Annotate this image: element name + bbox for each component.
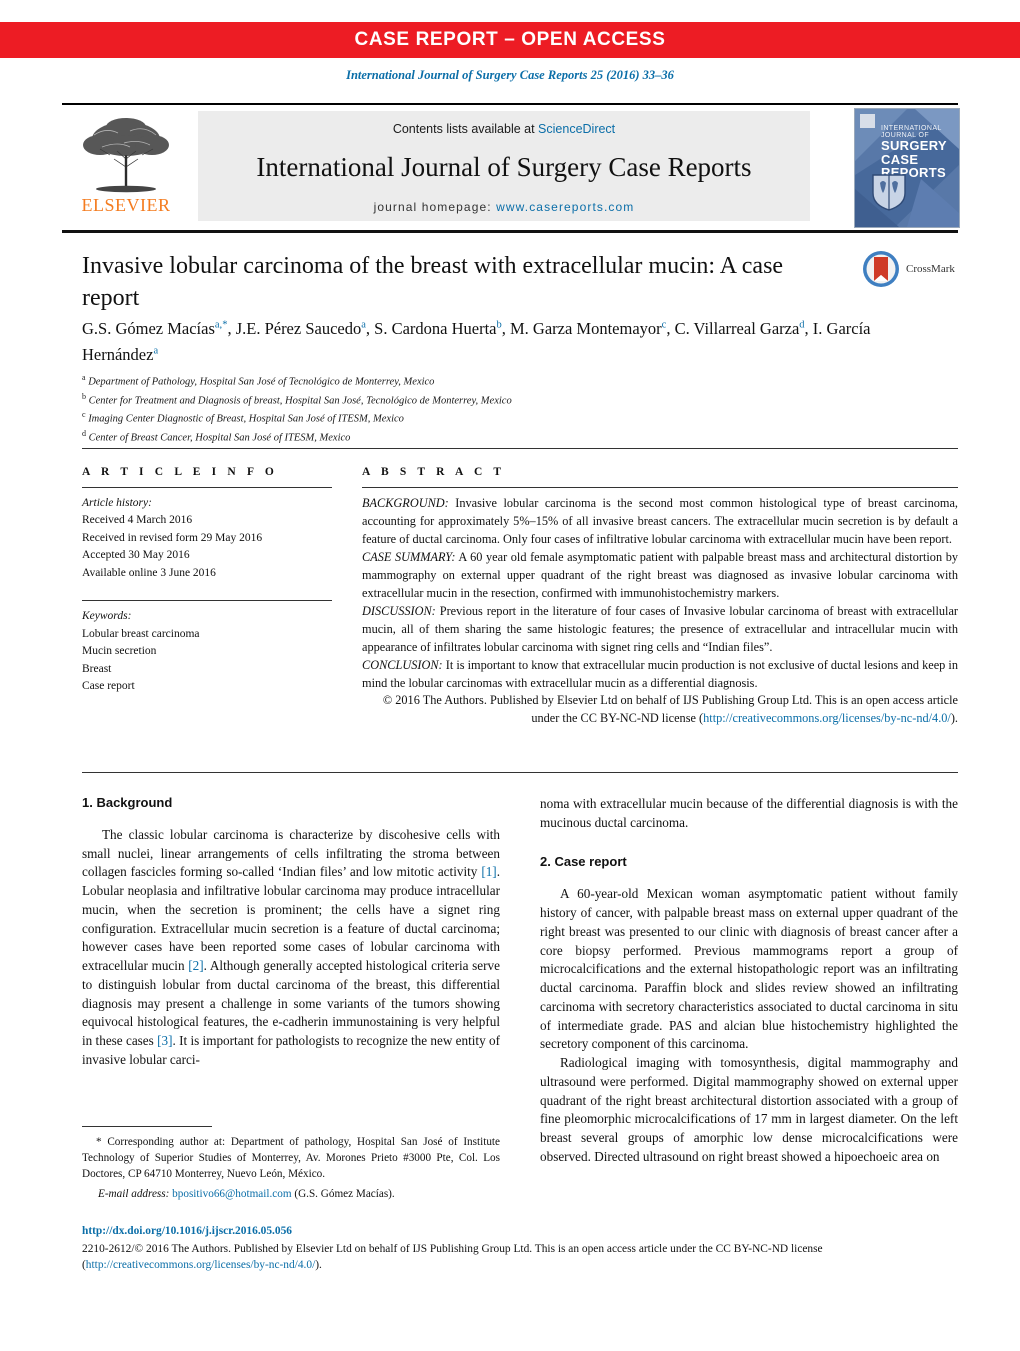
cover-line-2: JOURNAL OF bbox=[881, 132, 930, 140]
body-column-right: noma with extracellular mucin because of… bbox=[540, 795, 958, 1166]
email-link[interactable]: bpositivo66@hotmail.com bbox=[172, 1188, 291, 1200]
affiliation-item: b Center for Treatment and Diagnosis of … bbox=[82, 391, 512, 407]
affiliation-item: a Department of Pathology, Hospital San … bbox=[82, 373, 435, 388]
article-history-label: Article history: bbox=[82, 497, 152, 509]
elsevier-wordmark: ELSEVIER bbox=[81, 195, 171, 215]
paper-page: CASE REPORT – OPEN ACCESS International … bbox=[0, 0, 1020, 1351]
case-report-paragraph-2: Radiological imaging with tomosynthesis,… bbox=[540, 1055, 958, 1164]
citation-ref-3[interactable]: [3] bbox=[157, 1033, 172, 1048]
body-column-left: 1. Background The classic lobular carcin… bbox=[82, 795, 500, 1070]
cover-crest-icon bbox=[872, 174, 906, 211]
contents-available-line: Contents lists available at ScienceDirec… bbox=[198, 122, 810, 136]
affiliation-list: a Department of Pathology, Hospital San … bbox=[82, 372, 882, 446]
abstract-paragraph-case-summary: CASE SUMMARY: A 60 year old female asymp… bbox=[362, 549, 958, 603]
keywords-block: Keywords: Lobular breast carcinoma Mucin… bbox=[82, 608, 332, 695]
keyword-item: Lobular breast carcinoma bbox=[82, 627, 200, 640]
info-abstract-bottom-rule bbox=[82, 772, 958, 774]
background-paragraph: The classic lobular carcinoma is charact… bbox=[82, 826, 500, 1070]
affiliation-item: d Center of Breast Cancer, Hospital San … bbox=[82, 428, 351, 444]
abstract-text-discussion: Previous report in the literature of fou… bbox=[362, 603, 958, 654]
banner-label: CASE REPORT – OPEN ACCESS bbox=[354, 29, 666, 50]
journal-citation-line: International Journal of Surgery Case Re… bbox=[346, 68, 674, 82]
elsevier-tree-icon bbox=[83, 118, 169, 193]
page-footer: http://dx.doi.org/10.1016/j.ijscr.2016.0… bbox=[82, 1223, 958, 1274]
abstract-tag-background: BACKGROUND: bbox=[362, 496, 449, 510]
email-label: E-mail address: bbox=[98, 1187, 170, 1200]
crossmark-label: CrossMark bbox=[906, 263, 955, 275]
abstract-paragraph-background: BACKGROUND: Invasive lobular carcinoma i… bbox=[362, 495, 958, 549]
keywords-label: Keywords: bbox=[82, 610, 132, 623]
article-info-divider-2 bbox=[82, 600, 332, 602]
elsevier-logo: ELSEVIER bbox=[70, 111, 182, 219]
contents-prefix: Contents lists available at bbox=[392, 122, 539, 136]
abstract-tag-conclusion: CONCLUSION: bbox=[362, 657, 443, 672]
abstract-body: BACKGROUND: Invasive lobular carcinoma i… bbox=[362, 495, 958, 728]
footer-tail: ). bbox=[315, 1259, 322, 1272]
masthead-top-rule bbox=[62, 103, 958, 105]
abstract-paragraph-conclusion: CONCLUSION: It is important to know that… bbox=[362, 657, 958, 693]
journal-homepage-line: journal homepage: www.casereports.com bbox=[198, 200, 810, 214]
abstract-text-conclusion: It is important to know that extracellul… bbox=[362, 657, 958, 690]
article-history-block: Article history: Received 4 March 2016 R… bbox=[82, 495, 332, 582]
abstract-heading: A B S T R A C T bbox=[362, 466, 506, 478]
cover-line-4: CASE bbox=[881, 151, 919, 167]
journal-cover-thumbnail: INTERNATIONAL JOURNAL OF SURGERY CASE RE… bbox=[854, 108, 960, 228]
background-paragraph-continuation: noma with extracellular mucin because of… bbox=[540, 796, 958, 830]
cover-corner-mark bbox=[860, 114, 875, 128]
masthead-bottom-rule bbox=[62, 230, 958, 234]
history-item: Accepted 30 May 2016 bbox=[82, 549, 190, 562]
crossmark-badge[interactable]: CrossMark bbox=[862, 250, 966, 290]
corresponding-author-text: * Corresponding author at: Department of… bbox=[82, 1136, 500, 1181]
journal-title: International Journal of Surgery Case Re… bbox=[256, 152, 752, 182]
abstract-tag-discussion: DISCUSSION: bbox=[362, 603, 436, 618]
license-link-part-1: http:// bbox=[85, 1259, 114, 1272]
keyword-item: Case report bbox=[82, 680, 135, 693]
cc-license-link[interactable]: http://creativecommons.org/licenses/by-n… bbox=[703, 711, 951, 725]
email-attribution: (G.S. Gómez Macías). bbox=[291, 1187, 395, 1200]
keyword-item: Mucin secretion bbox=[82, 645, 157, 658]
contents-box: Contents lists available at ScienceDirec… bbox=[198, 111, 810, 221]
case-report-paragraph-1: A 60-year-old Mexican woman asymptomatic… bbox=[540, 886, 958, 1052]
citation-ref-2[interactable]: [2] bbox=[188, 958, 203, 973]
history-item: Received in revised form 29 May 2016 bbox=[82, 531, 263, 544]
background-text-2: . Lobular neoplasia and infiltrative lob… bbox=[82, 864, 500, 974]
cover-line-1: INTERNATIONAL bbox=[881, 125, 942, 132]
footnote-rule bbox=[82, 1126, 212, 1127]
page-title: Invasive lobular carcinoma of the breast… bbox=[82, 253, 784, 312]
cover-line-3: SURGERY bbox=[881, 138, 947, 154]
abstract-text-background: Invasive lobular carcinoma is the second… bbox=[362, 496, 958, 546]
background-text-1: The classic lobular carcinoma is charact… bbox=[82, 827, 500, 880]
history-item: Available online 3 June 2016 bbox=[82, 566, 216, 579]
article-info-column: A R T I C L E I N F O Article history: R… bbox=[82, 466, 332, 696]
corresponding-author-footnote: * Corresponding author at: Department of… bbox=[82, 1134, 500, 1202]
info-abstract-top-rule bbox=[82, 448, 958, 450]
open-access-banner: CASE REPORT – OPEN ACCESS bbox=[0, 22, 1020, 58]
footer-license-link[interactable]: http://creativecommons.org/licenses/by-n… bbox=[86, 1259, 315, 1271]
sciencedirect-link[interactable]: ScienceDirect bbox=[538, 122, 615, 136]
abstract-paragraph-discussion: DISCUSSION: Previous report in the liter… bbox=[362, 603, 958, 657]
doi-link[interactable]: http://dx.doi.org/10.1016/j.ijscr.2016.0… bbox=[82, 1223, 958, 1240]
abstract-column: A B S T R A C T BACKGROUND: Invasive lob… bbox=[362, 466, 958, 728]
affiliation-item: c Imaging Center Diagnostic of Breast, H… bbox=[82, 410, 404, 425]
section-heading-case-report: 2. Case report bbox=[540, 854, 627, 870]
article-info-divider-1 bbox=[82, 487, 332, 488]
citation-ref-1[interactable]: [1] bbox=[481, 864, 496, 879]
keyword-item: Breast bbox=[82, 662, 112, 675]
homepage-prefix: journal homepage: bbox=[373, 200, 497, 214]
abstract-copyright: © 2016 The Authors. Published by Elsevie… bbox=[362, 692, 958, 728]
history-item: Received 4 March 2016 bbox=[82, 514, 193, 527]
author-list: G.S. Gómez Macíasa,*, J.E. Pérez Saucedo… bbox=[82, 319, 871, 364]
journal-masthead: ELSEVIER Contents lists available at Sci… bbox=[62, 103, 960, 228]
journal-homepage-link[interactable]: www.casereports.com bbox=[496, 200, 634, 214]
email-line: E-mail address: bpositivo66@hotmail.com … bbox=[82, 1186, 500, 1202]
abstract-divider bbox=[362, 487, 958, 488]
crossmark-icon[interactable] bbox=[862, 250, 900, 288]
abstract-copyright-tail: ). bbox=[950, 711, 958, 726]
article-info-heading: A R T I C L E I N F O bbox=[82, 466, 278, 478]
section-heading-background: 1. Background bbox=[82, 795, 173, 810]
license-link-part-2: creativecommons.org/licenses/by-nc-nd/4.… bbox=[113, 1259, 316, 1272]
abstract-tag-case-summary: CASE SUMMARY: bbox=[362, 549, 456, 564]
